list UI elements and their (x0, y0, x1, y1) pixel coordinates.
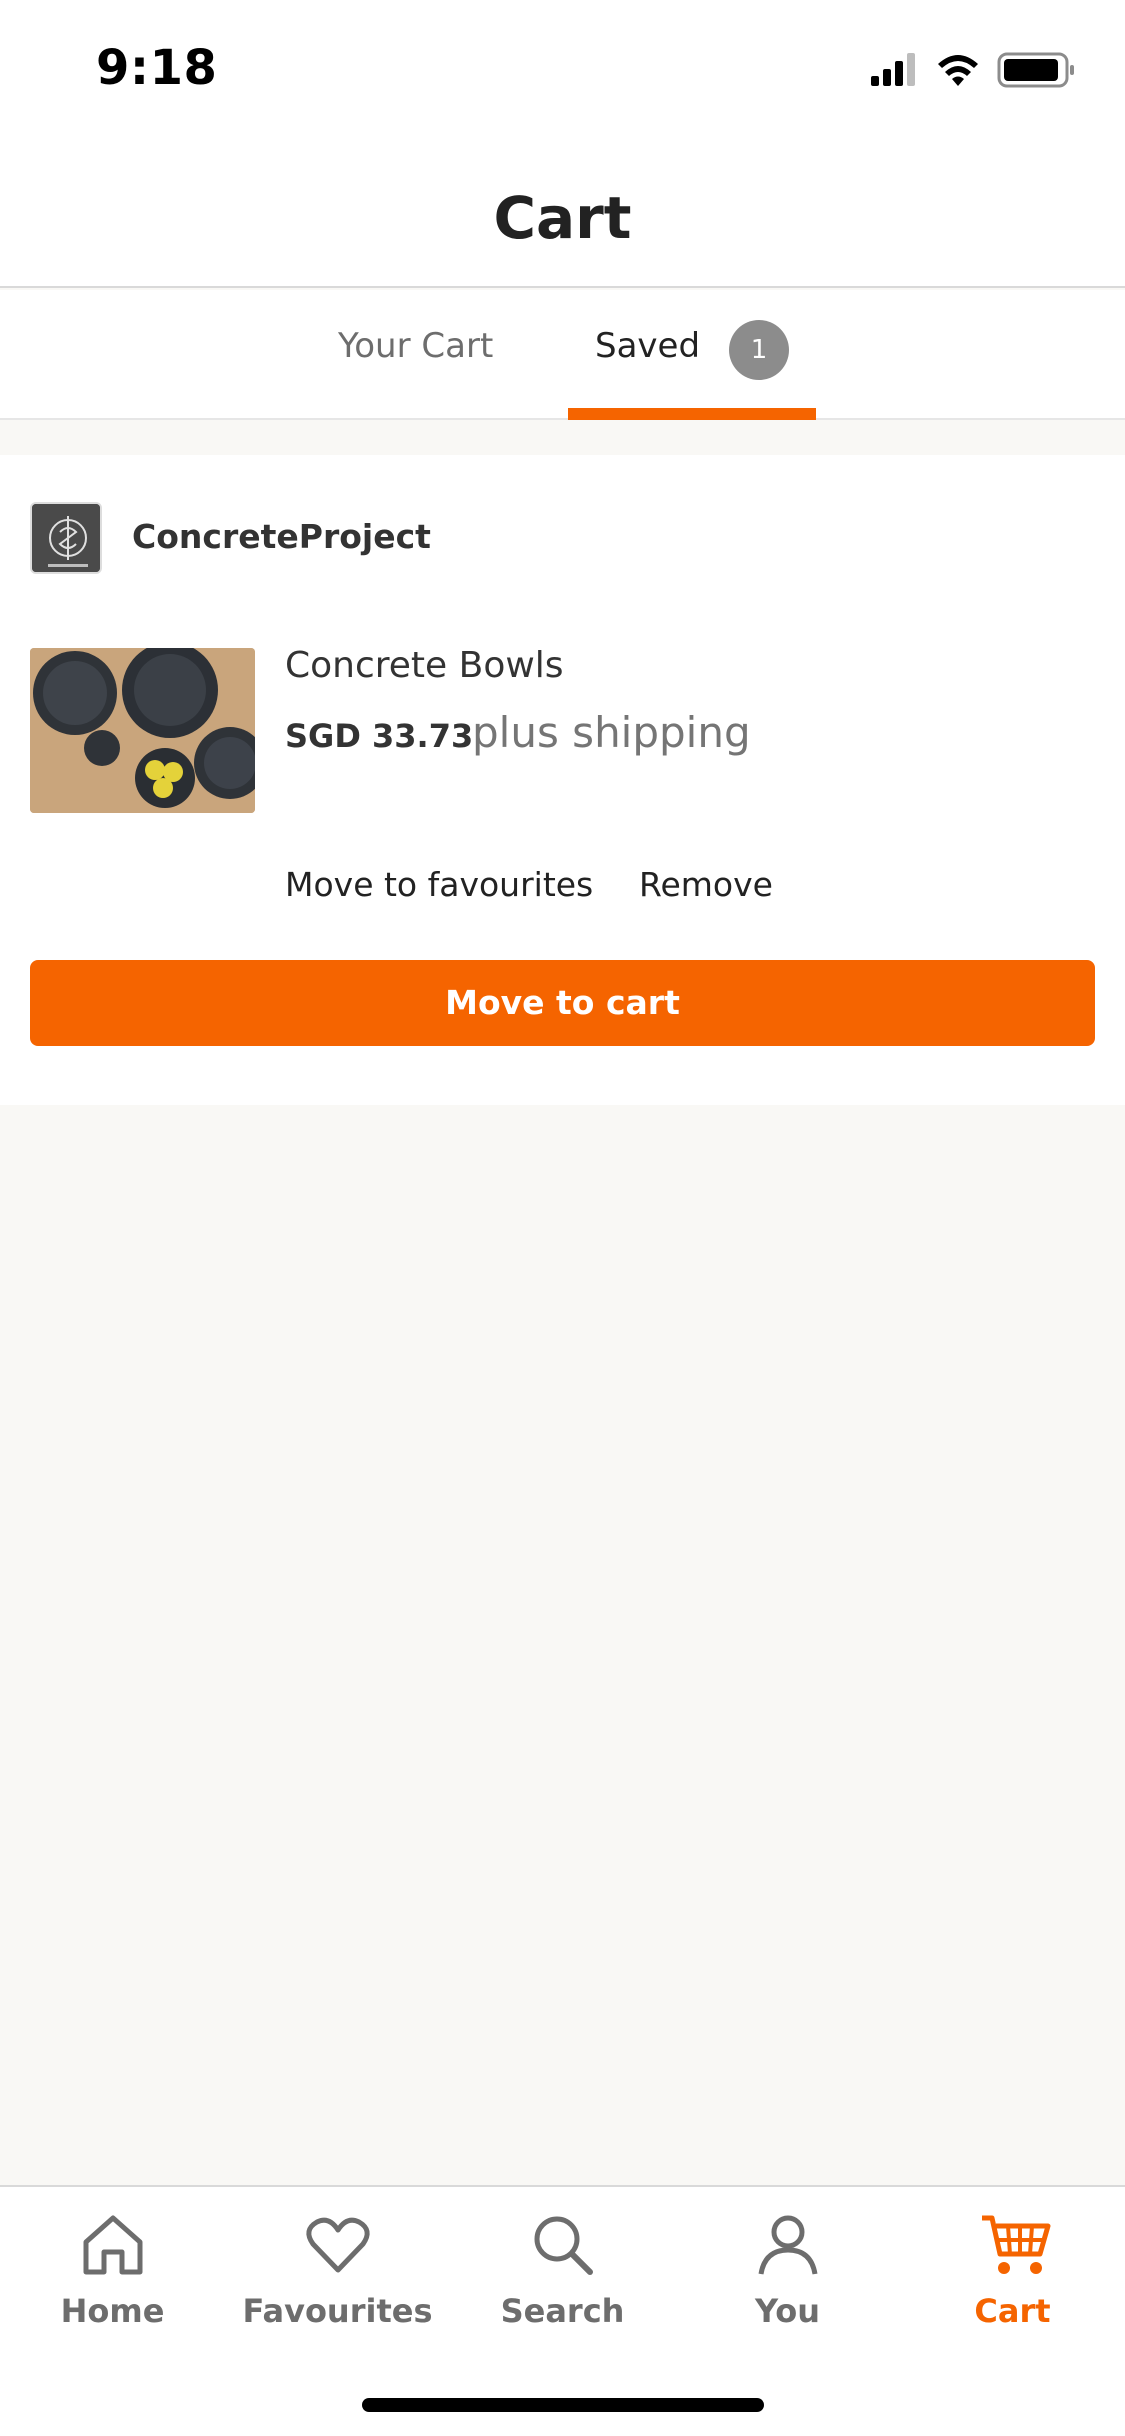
wifi-icon (938, 55, 978, 86)
heart-icon (306, 2217, 370, 2273)
remove-button[interactable]: Remove (639, 865, 773, 904)
shop-logo-icon (32, 504, 100, 572)
nav-you[interactable]: You (675, 2187, 900, 2337)
nav-cart-label: Cart (974, 2292, 1051, 2330)
active-tab-indicator (568, 408, 816, 420)
page-title: Cart (493, 184, 632, 252)
shop-avatar[interactable] (30, 502, 102, 574)
nav-home-label: Home (60, 2292, 165, 2330)
saved-count-badge: 1 (729, 320, 789, 380)
nav-search-label: Search (500, 2292, 625, 2330)
home-indicator (362, 2398, 764, 2412)
signal-icon (871, 53, 915, 86)
item-shipping-note: plus shipping (472, 708, 751, 757)
tab-saved[interactable]: Saved (595, 326, 700, 366)
status-time: 9:18 (96, 40, 218, 96)
move-to-favourites-button[interactable]: Move to favourites (285, 865, 593, 904)
tab-your-cart[interactable]: Your Cart (338, 326, 493, 366)
cart-icon (982, 2215, 1051, 2274)
nav-favourites[interactable]: Favourites (225, 2187, 450, 2337)
home-icon (83, 2215, 143, 2275)
shop-name[interactable]: ConcreteProject (132, 517, 431, 556)
item-thumbnail[interactable] (30, 648, 255, 813)
nav-home[interactable]: Home (0, 2187, 225, 2337)
item-price: SGD 33.73 (285, 717, 474, 755)
battery-icon (997, 52, 1074, 88)
move-to-cart-button[interactable]: Move to cart (30, 960, 1095, 1046)
nav-cart[interactable]: Cart (900, 2187, 1125, 2337)
nav-you-label: You (755, 2292, 820, 2330)
status-icons (871, 50, 1081, 90)
person-icon (758, 2215, 818, 2275)
cart-tabs: Your Cart Saved 1 (0, 290, 1125, 420)
saved-item-card: ConcreteProject Concrete Bowls SGD 33.73… (0, 455, 1125, 1105)
status-bar: 9:18 (0, 0, 1125, 140)
nav-header: Cart (0, 140, 1125, 288)
search-icon (534, 2216, 593, 2275)
nav-favourites-label: Favourites (242, 2292, 433, 2330)
item-title[interactable]: Concrete Bowls (285, 645, 564, 686)
nav-search[interactable]: Search (450, 2187, 675, 2337)
